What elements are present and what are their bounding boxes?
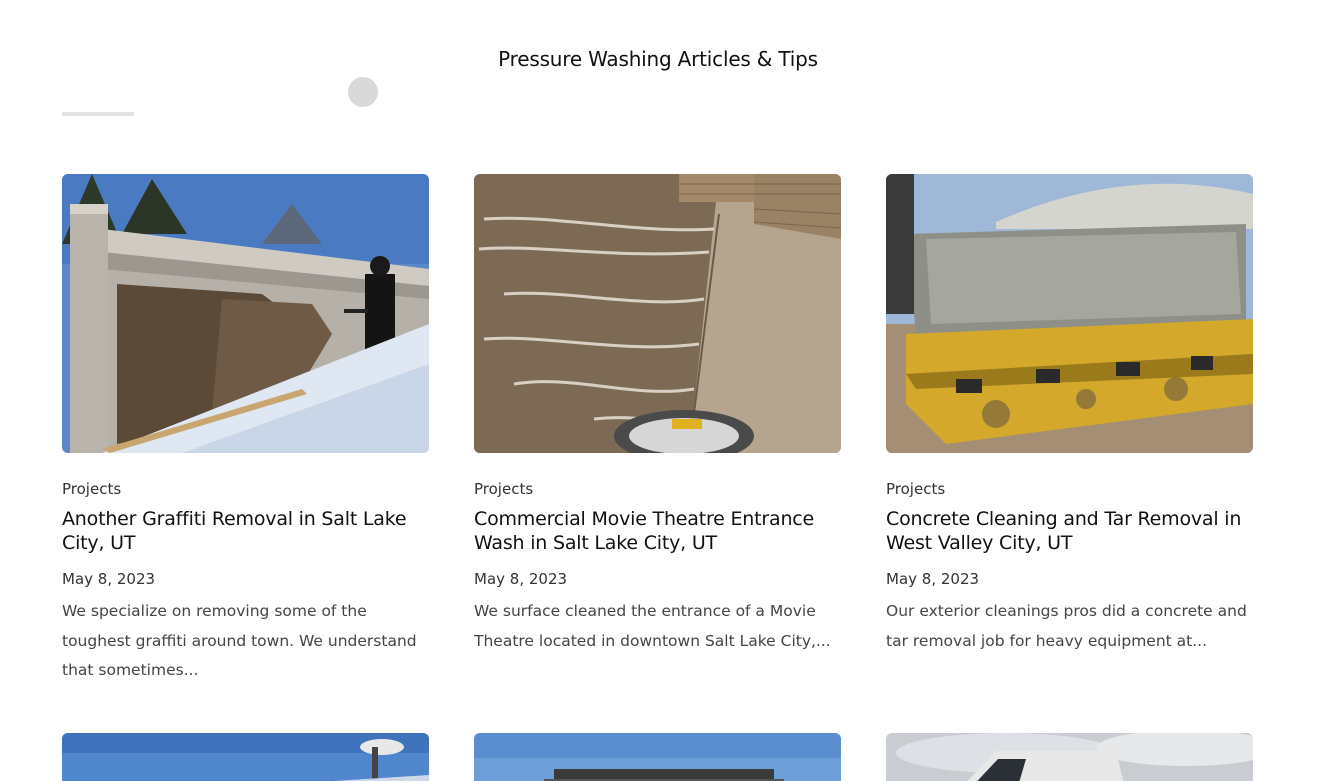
post-category[interactable]: Projects bbox=[474, 480, 841, 498]
post-card[interactable]: Projects Another Graffiti Removal in Sal… bbox=[62, 174, 429, 686]
scroll-indicator-dot bbox=[348, 77, 378, 107]
post-excerpt: Our exterior cleanings pros did a concre… bbox=[886, 602, 1247, 650]
post-card[interactable]: Projects Commercial Movie Theatre Entran… bbox=[474, 174, 841, 656]
post-thumbnail-graffiti-wall[interactable] bbox=[62, 174, 429, 453]
post-date: May 8, 2023 bbox=[474, 570, 568, 588]
post-card[interactable] bbox=[886, 733, 1253, 781]
post-thumbnail-heavy-equipment[interactable] bbox=[886, 174, 1253, 453]
post-thumbnail[interactable] bbox=[886, 733, 1253, 781]
post-category[interactable]: Projects bbox=[62, 480, 429, 498]
section-divider bbox=[62, 112, 134, 116]
post-card[interactable] bbox=[62, 733, 429, 781]
post-date: May 8, 2023 bbox=[886, 570, 980, 588]
post-card[interactable]: Projects Concrete Cleaning and Tar Remov… bbox=[886, 174, 1253, 656]
post-thumbnail-theatre-entrance[interactable] bbox=[474, 174, 841, 453]
post-title[interactable]: Commercial Movie Theatre Entrance Wash i… bbox=[474, 507, 841, 555]
post-date: May 8, 2023 bbox=[62, 570, 156, 588]
post-thumbnail[interactable] bbox=[474, 733, 841, 781]
section-title: Pressure Washing Articles & Tips bbox=[498, 47, 818, 71]
post-card[interactable] bbox=[474, 733, 841, 781]
post-excerpt: We surface cleaned the entrance of a Mov… bbox=[474, 602, 831, 650]
post-excerpt: We specialize on removing some of the to… bbox=[62, 602, 417, 679]
post-title[interactable]: Another Graffiti Removal in Salt Lake Ci… bbox=[62, 507, 429, 555]
post-thumbnail[interactable] bbox=[62, 733, 429, 781]
post-category[interactable]: Projects bbox=[886, 480, 1253, 498]
blog-section: Pressure Washing Articles & Tips Project… bbox=[0, 0, 1324, 781]
post-title[interactable]: Concrete Cleaning and Tar Removal in Wes… bbox=[886, 507, 1253, 555]
